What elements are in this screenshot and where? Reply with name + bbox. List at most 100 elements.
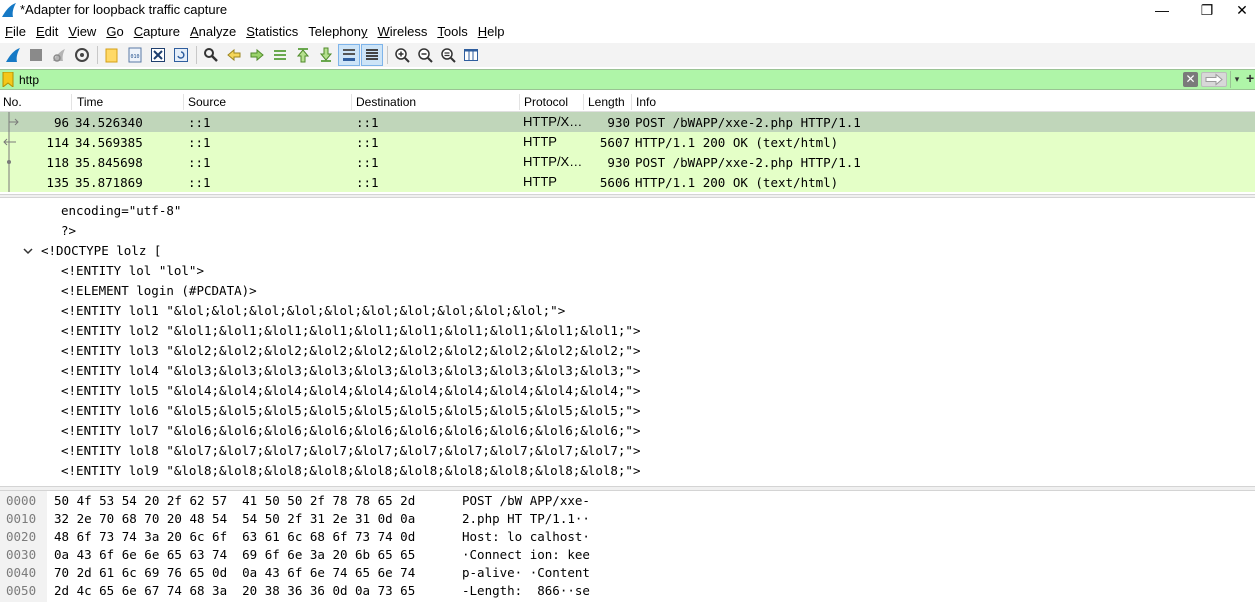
colorize-button[interactable]	[361, 44, 383, 66]
column-header-time[interactable]: Time	[77, 95, 103, 109]
capture-options-button[interactable]	[71, 44, 93, 66]
bytes-ascii[interactable]: ·Connect ion: kee	[462, 547, 590, 562]
detail-line[interactable]: <!ENTITY lol3 "&lol2;&lol2;&lol2;&lol2;&…	[61, 341, 640, 361]
packet-time: 34.526340	[75, 115, 143, 130]
packet-info: POST /bWAPP/xxe-2.php HTTP/1.1	[635, 115, 861, 130]
resize-columns-button[interactable]	[460, 44, 482, 66]
detail-line[interactable]: <!ELEMENT login (#PCDATA)>	[61, 281, 257, 301]
bytes-row[interactable]: 0030 0a 43 6f 6e 6e 65 63 74 69 6f 6e 3a…	[0, 546, 590, 564]
zoom-in-button[interactable]	[391, 44, 413, 66]
column-header-destination[interactable]: Destination	[356, 95, 416, 109]
reload-file-button[interactable]	[170, 44, 192, 66]
menu-wireless[interactable]: Wireless	[373, 24, 433, 39]
menu-statistics[interactable]: Statistics	[241, 24, 303, 39]
last-packet-button[interactable]	[315, 44, 337, 66]
bytes-ascii[interactable]: -Length: 866··se	[462, 583, 590, 598]
menu-analyze[interactable]: Analyze	[185, 24, 241, 39]
menu-tools[interactable]: Tools	[432, 24, 472, 39]
window-title: *Adapter for loopback traffic capture	[20, 2, 228, 17]
detail-line[interactable]: <!ENTITY lol4 "&lol3;&lol3;&lol3;&lol3;&…	[61, 361, 640, 381]
bytes-hex[interactable]: 0a 43 6f 6e 6e 65 63 74 69 6f 6e 3a 20 6…	[54, 547, 415, 562]
filter-history-dropdown[interactable]: ▾	[1230, 71, 1243, 88]
bytes-row[interactable]: 0040 70 2d 61 6c 69 76 65 0d 0a 43 6f 6e…	[0, 564, 590, 582]
clear-filter-icon[interactable]: ✕	[1183, 72, 1198, 87]
packet-bytes-pane: 0000 50 4f 53 54 20 2f 62 57 41 50 50 2f…	[0, 491, 1255, 602]
column-divider[interactable]	[583, 94, 584, 110]
bytes-row[interactable]: 0010 32 2e 70 68 70 20 48 54 54 50 2f 31…	[0, 510, 590, 528]
bytes-row[interactable]: 0000 50 4f 53 54 20 2f 62 57 41 50 50 2f…	[0, 492, 590, 510]
column-header-protocol[interactable]: Protocol	[524, 95, 568, 109]
chevron-down-icon[interactable]	[22, 241, 34, 261]
menu-telephony[interactable]: Telephony	[303, 24, 372, 39]
first-packet-button[interactable]	[292, 44, 314, 66]
bytes-row[interactable]: 0050 2d 4c 65 6e 67 74 68 3a 20 38 36 36…	[0, 582, 590, 600]
detail-line[interactable]: <!ENTITY lol8 "&lol7;&lol7;&lol7;&lol7;&…	[61, 441, 640, 461]
go-to-packet-button[interactable]	[269, 44, 291, 66]
column-header-no[interactable]: No.	[3, 95, 22, 109]
column-divider[interactable]	[71, 94, 72, 110]
restore-button[interactable]: ❐	[1184, 0, 1230, 20]
menu-capture[interactable]: Capture	[129, 24, 185, 39]
open-file-button[interactable]	[101, 44, 123, 66]
menu-edit[interactable]: Edit	[31, 24, 63, 39]
detail-line[interactable]: <!ENTITY lol5 "&lol4;&lol4;&lol4;&lol4;&…	[61, 381, 640, 401]
last-packet-icon	[319, 47, 333, 62]
detail-line[interactable]: <!ENTITY lol9 "&lol8;&lol8;&lol8;&lol8;&…	[61, 461, 640, 481]
apply-filter-button[interactable]	[1201, 72, 1227, 87]
bytes-ascii[interactable]: p-alive· ·Content	[462, 565, 590, 580]
close-file-button[interactable]	[147, 44, 169, 66]
detail-line[interactable]: <!DOCTYPE lolz [	[41, 241, 161, 261]
bytes-hex[interactable]: 32 2e 70 68 70 20 48 54 54 50 2f 31 2e 3…	[54, 511, 415, 526]
packet-row[interactable]: 135 35.871869 ::1 ::1 HTTP 5606 HTTP/1.1…	[0, 172, 1255, 192]
zoom-normal-icon	[441, 48, 456, 63]
save-file-button[interactable]: 010	[124, 44, 146, 66]
detail-line[interactable]: <!ENTITY lol1 "&lol;&lol;&lol;&lol;&lol;…	[61, 301, 565, 321]
bytes-hex[interactable]: 50 4f 53 54 20 2f 62 57 41 50 50 2f 78 7…	[54, 493, 415, 508]
detail-line[interactable]: <!ENTITY lol "lol">	[61, 261, 204, 281]
go-forward-button[interactable]	[246, 44, 268, 66]
column-header-length[interactable]: Length	[588, 95, 625, 109]
autoscroll-button[interactable]	[338, 44, 360, 66]
column-divider[interactable]	[519, 94, 520, 110]
zoom-out-button[interactable]	[414, 44, 436, 66]
filter-bookmark-icon[interactable]	[2, 72, 14, 87]
bytes-ascii[interactable]: POST /bW APP/xxe-	[462, 493, 590, 508]
column-header-source[interactable]: Source	[188, 95, 226, 109]
column-header-info[interactable]: Info	[636, 95, 656, 109]
pane-splitter[interactable]	[0, 194, 1255, 198]
menu-file[interactable]: File	[0, 24, 31, 39]
packet-details-pane: encoding="utf-8" ?> <!DOCTYPE lolz [ <!E…	[0, 199, 1255, 485]
menu-go[interactable]: Go	[101, 24, 128, 39]
column-divider[interactable]	[631, 94, 632, 110]
packet-row[interactable]: 118 35.845698 ::1 ::1 HTTP/X… 930 POST /…	[0, 152, 1255, 172]
bytes-row[interactable]: 0020 48 6f 73 74 3a 20 6c 6f 63 61 6c 68…	[0, 528, 590, 546]
packet-info: POST /bWAPP/xxe-2.php HTTP/1.1	[635, 155, 861, 170]
menu-help[interactable]: Help	[473, 24, 510, 39]
detail-line[interactable]: <!ENTITY lol7 "&lol6;&lol6;&lol6;&lol6;&…	[61, 421, 640, 441]
restart-capture-button[interactable]	[48, 44, 70, 66]
add-filter-button[interactable]: +	[1246, 70, 1254, 86]
menu-view[interactable]: View	[63, 24, 101, 39]
detail-line[interactable]: ?>	[61, 221, 76, 241]
bytes-hex[interactable]: 70 2d 61 6c 69 76 65 0d 0a 43 6f 6e 74 6…	[54, 565, 415, 580]
column-divider[interactable]	[183, 94, 184, 110]
column-divider[interactable]	[351, 94, 352, 110]
go-back-button[interactable]	[223, 44, 245, 66]
detail-line[interactable]: encoding="utf-8"	[61, 201, 181, 221]
detail-line[interactable]: <!ENTITY lol2 "&lol1;&lol1;&lol1;&lol1;&…	[61, 321, 640, 341]
start-capture-button[interactable]	[2, 44, 24, 66]
close-button[interactable]: ✕	[1229, 0, 1255, 20]
display-filter-input[interactable]	[19, 71, 1179, 88]
bytes-ascii[interactable]: 2.php HT TP/1.1··	[462, 511, 590, 526]
toolbar-separator	[97, 46, 98, 64]
bytes-ascii[interactable]: Host: lo calhost·	[462, 529, 590, 544]
detail-line[interactable]: <!ENTITY lol6 "&lol5;&lol5;&lol5;&lol5;&…	[61, 401, 640, 421]
bytes-hex[interactable]: 48 6f 73 74 3a 20 6c 6f 63 61 6c 68 6f 7…	[54, 529, 415, 544]
bytes-hex[interactable]: 2d 4c 65 6e 67 74 68 3a 20 38 36 36 0d 0…	[54, 583, 415, 598]
stop-capture-button[interactable]	[25, 44, 47, 66]
minimize-button[interactable]: —	[1139, 0, 1185, 20]
packet-row[interactable]: 96 34.526340 ::1 ::1 HTTP/X… 930 POST /b…	[0, 112, 1255, 132]
zoom-normal-button[interactable]	[437, 44, 459, 66]
packet-row[interactable]: 114 34.569385 ::1 ::1 HTTP 5607 HTTP/1.1…	[0, 132, 1255, 152]
find-packet-button[interactable]	[200, 44, 222, 66]
